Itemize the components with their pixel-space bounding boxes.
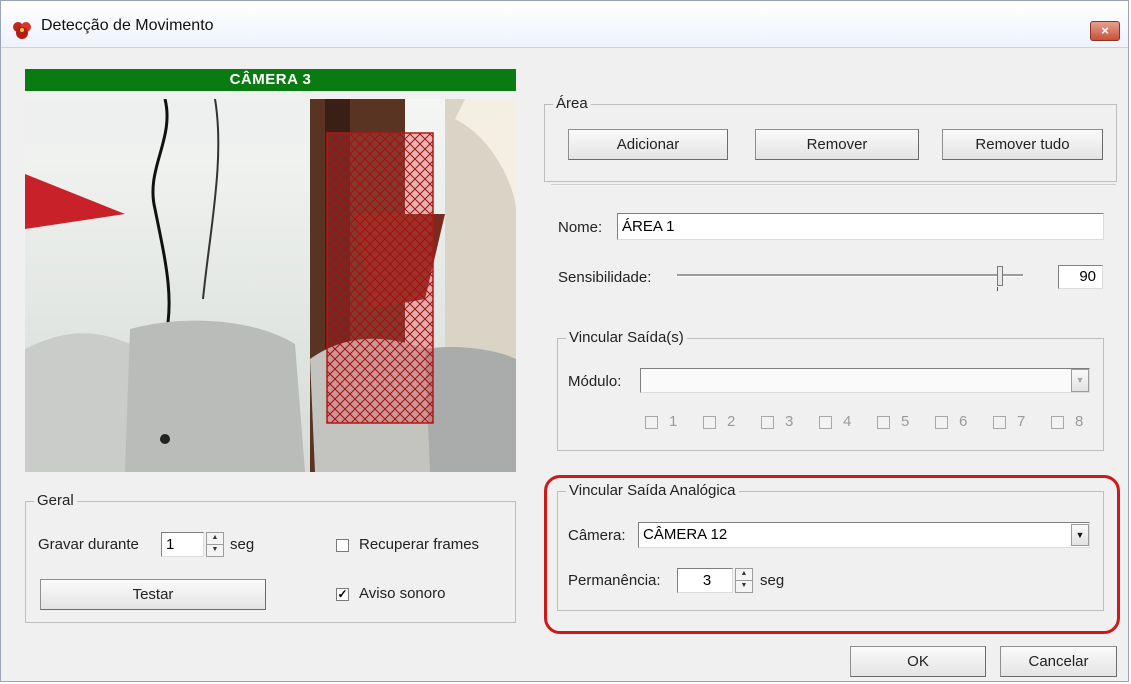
area-group-title: Área [553,95,591,112]
close-button[interactable]: × [1090,21,1120,41]
check-icon: ✓ [337,587,348,601]
output-number-label: 2 [727,413,736,430]
camera-label: Câmera: [568,527,626,544]
camera-image [25,99,516,472]
sensitivity-slider-track[interactable] [677,274,1023,277]
output-checkbox-8[interactable] [1051,416,1064,429]
camera-select[interactable]: CÂMERA 12 [638,522,1090,548]
output-number-label: 5 [901,413,910,430]
output-checkbox-1[interactable] [645,416,658,429]
output-checkbox-7[interactable] [993,416,1006,429]
sensitivity-label: Sensibilidade: [558,269,652,286]
output-checkbox-4[interactable] [819,416,832,429]
outputs-group: Vincular Saída(s) [557,329,1104,451]
output-number-label: 4 [843,413,852,430]
spin-up-icon[interactable]: ▲ [207,533,223,545]
module-label: Módulo: [568,373,622,390]
close-icon: × [1101,23,1109,38]
app-icon [13,22,31,39]
camera-preview[interactable] [25,99,516,472]
separator [551,184,1116,185]
sound-alert-label: Aviso sonoro [359,585,446,602]
slider-tick [997,287,998,291]
output-checkbox-3[interactable] [761,416,774,429]
record-label: Gravar durante [38,536,139,553]
permanence-spinner[interactable]: ▲ ▼ [735,568,753,593]
name-input[interactable]: ÁREA 1 [617,213,1104,240]
ok-button[interactable]: OK [850,646,986,677]
sensitivity-slider-thumb[interactable] [997,266,1003,286]
spin-up-icon[interactable]: ▲ [736,569,752,581]
permanence-input[interactable]: 3 [677,568,733,593]
title-bar: Detecção de Movimento × [1,1,1128,48]
camera-dropdown-arrow-icon[interactable]: ▼ [1071,524,1089,546]
test-button[interactable]: Testar [40,579,266,610]
spin-down-icon[interactable]: ▼ [207,545,223,557]
record-unit: seg [230,536,255,553]
permanence-label: Permanência: [568,572,661,589]
sensitivity-value[interactable]: 90 [1058,265,1103,289]
add-area-button[interactable]: Adicionar [568,129,728,160]
output-number-label: 1 [669,413,678,430]
module-dropdown-arrow-icon[interactable]: ▼ [1071,369,1089,392]
output-number-label: 7 [1017,413,1026,430]
sound-alert-checkbox[interactable]: ✓ [336,588,349,601]
output-number-label: 6 [959,413,968,430]
motion-detection-dialog: Detecção de Movimento × CÂMERA 3 Área Ad… [0,0,1129,682]
recover-frames-label: Recuperar frames [359,536,480,553]
output-number-label: 8 [1075,413,1084,430]
outputs-group-title: Vincular Saída(s) [566,329,687,346]
output-checkbox-6[interactable] [935,416,948,429]
output-number-label: 3 [785,413,794,430]
output-checkbox-5[interactable] [877,416,890,429]
general-group-title: Geral [34,492,77,509]
remove-all-areas-button[interactable]: Remover tudo [942,129,1103,160]
permanence-unit: seg [760,572,785,589]
output-checkbox-2[interactable] [703,416,716,429]
name-label: Nome: [558,219,603,236]
spin-down-icon[interactable]: ▼ [736,581,752,593]
analog-output-group-title: Vincular Saída Analógica [566,482,739,499]
record-spinner[interactable]: ▲ ▼ [206,532,224,557]
camera-header: CÂMERA 3 [25,69,516,91]
cancel-button[interactable]: Cancelar [1000,646,1117,677]
record-duration-input[interactable]: 1 [161,532,204,557]
remove-area-button[interactable]: Remover [755,129,919,160]
module-select[interactable] [640,368,1090,393]
analog-output-group: Vincular Saída Analógica [557,482,1104,611]
window-title: Detecção de Movimento [41,17,214,34]
recover-frames-checkbox[interactable] [336,539,349,552]
